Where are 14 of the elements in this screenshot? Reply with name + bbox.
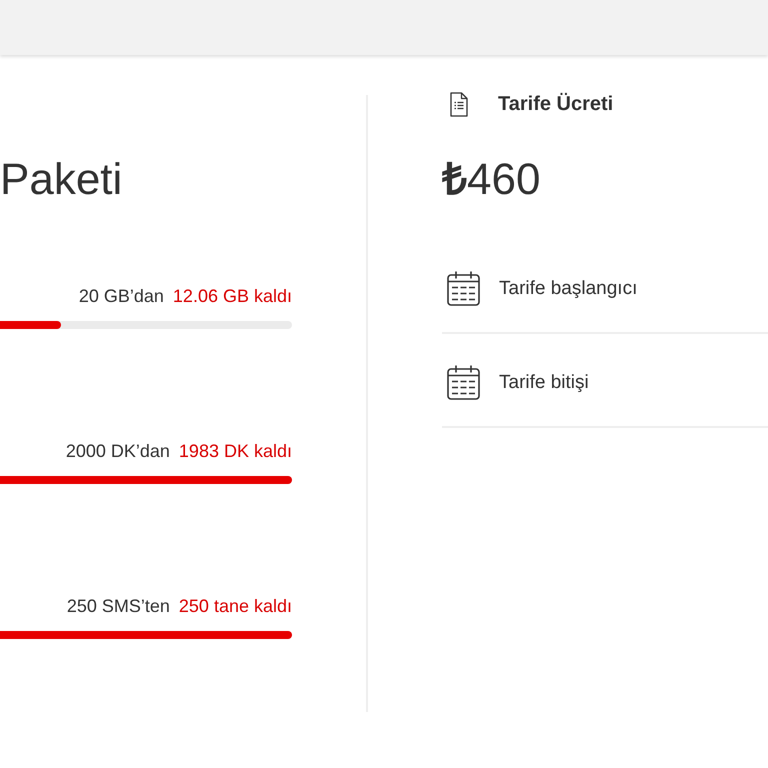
calendar-icon	[447, 271, 480, 306]
calendar-icon	[447, 365, 480, 400]
document-icon	[450, 92, 468, 116]
package-title: Paketi	[0, 154, 122, 206]
tariff-date-label: Tarife bitişi	[499, 372, 589, 394]
allowance-total: 250 SMS’ten	[66, 595, 170, 618]
allowance-total: 2000 DK’dan	[66, 440, 170, 463]
tariff-date-label: Tarife başlangıcı	[499, 278, 638, 300]
allowance-total: 20 GB’dan	[78, 285, 164, 308]
allowance-remaining: 1983 DK kaldı	[178, 440, 292, 463]
tariff-fee-amount: ₺460	[442, 154, 540, 206]
allowance-remaining: 250 tane kaldı	[178, 595, 292, 618]
tariff-fee-label: Tarife Ücreti	[498, 92, 614, 116]
allowance-remaining: 12.06 GB kaldı	[172, 285, 292, 308]
